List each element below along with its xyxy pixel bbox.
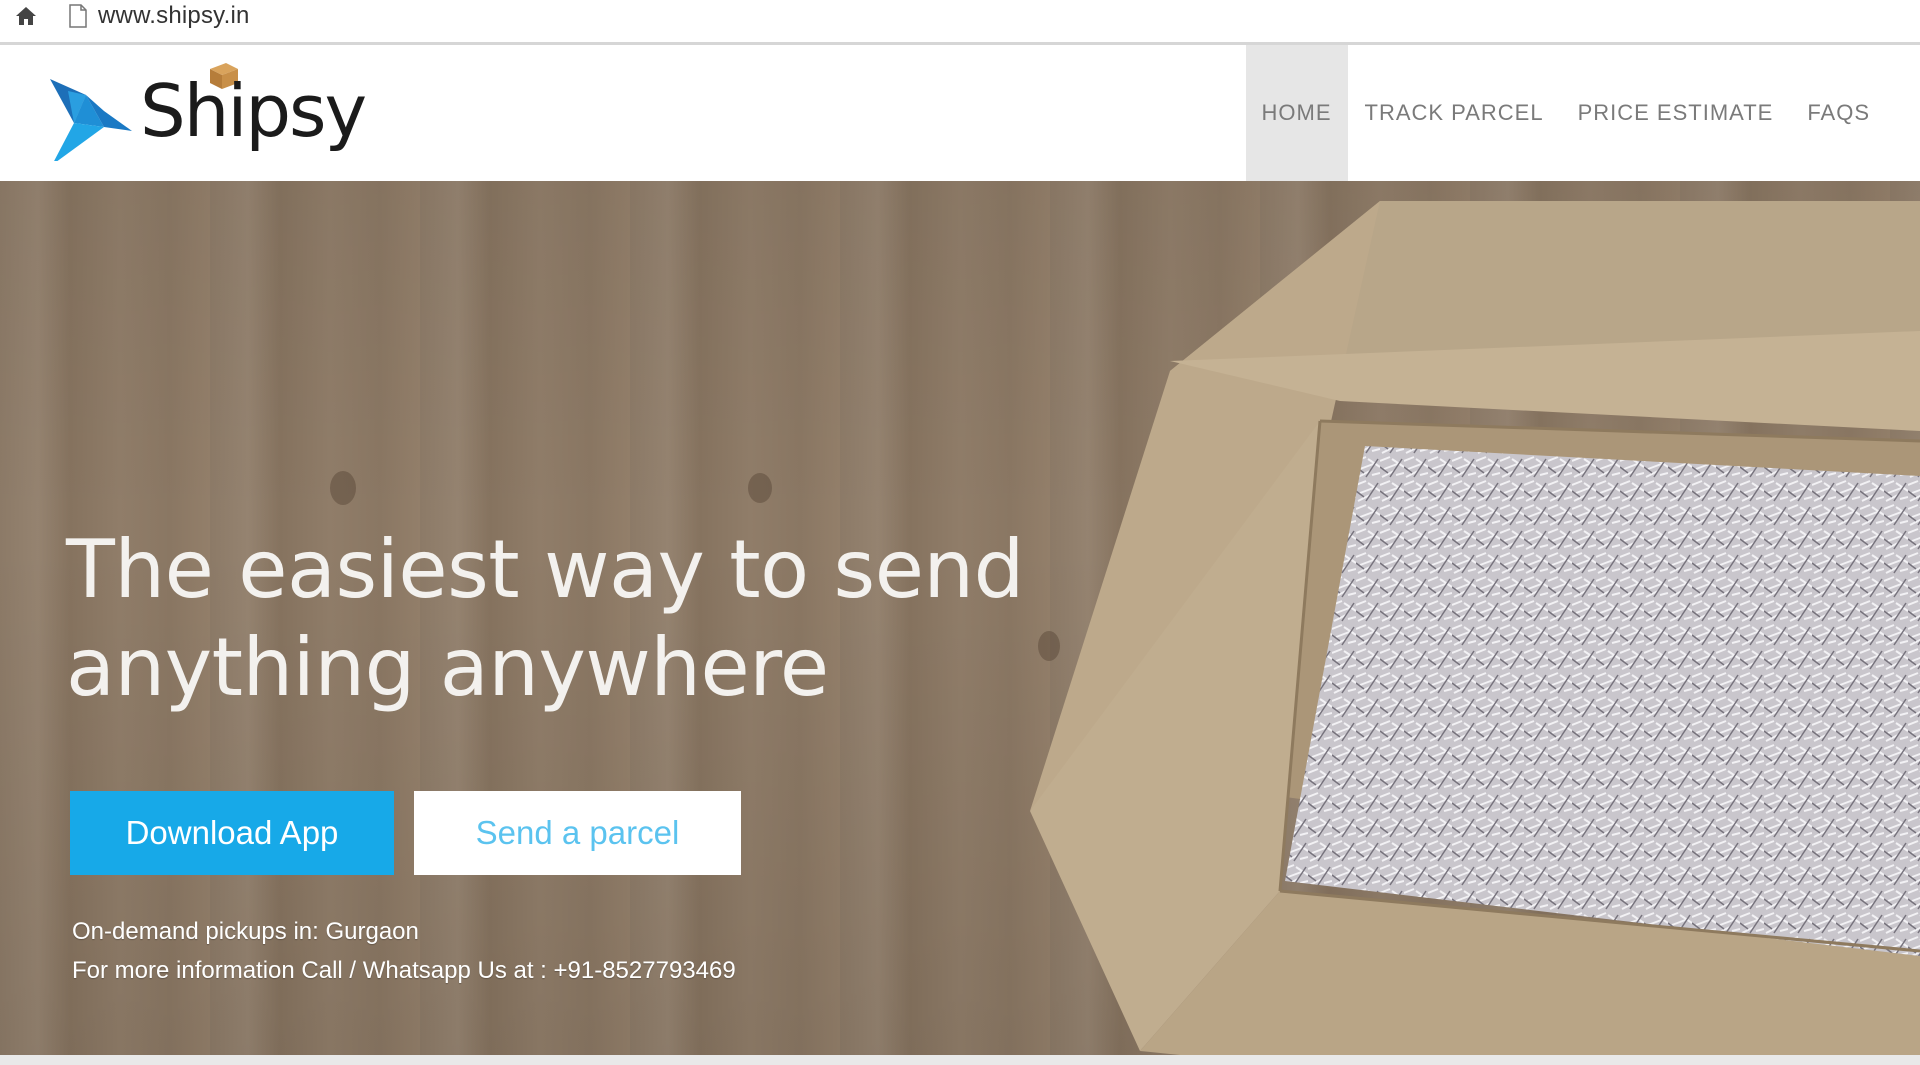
logo-text: Shipsy xyxy=(140,69,367,153)
bird-logo-icon xyxy=(50,79,132,161)
contact-info-text: For more information Call / Whatsapp Us … xyxy=(72,957,736,984)
site-logo[interactable]: Shipsy xyxy=(44,61,367,171)
parcel-box-image xyxy=(1030,201,1920,1055)
home-icon[interactable] xyxy=(14,4,38,28)
download-app-button[interactable]: Download App xyxy=(70,791,394,875)
page-icon xyxy=(69,4,87,28)
nav-home[interactable]: HOME xyxy=(1245,45,1348,181)
url-field[interactable]: www.shipsy.in xyxy=(98,2,250,30)
wood-knot xyxy=(330,471,356,505)
browser-address-bar: www.shipsy.in xyxy=(0,0,1920,45)
wood-knot xyxy=(748,473,772,503)
send-parcel-button[interactable]: Send a parcel xyxy=(414,791,741,875)
site-header: Shipsy HOME TRACK PARCEL PRICE ESTIMATE … xyxy=(0,45,1920,181)
pickup-info-text: On-demand pickups in: Gurgaon xyxy=(72,918,419,945)
nav-faqs[interactable]: FAQS xyxy=(1790,45,1920,181)
nav-price-estimate[interactable]: PRICE ESTIMATE xyxy=(1561,45,1791,181)
hero-headline: The easiest way to send anything anywher… xyxy=(66,521,1066,717)
headline-line-2: anything anywhere xyxy=(66,621,829,714)
bottom-strip xyxy=(0,1055,1920,1065)
nav-track-parcel[interactable]: TRACK PARCEL xyxy=(1348,45,1561,181)
main-nav: HOME TRACK PARCEL PRICE ESTIMATE FAQS xyxy=(1245,45,1920,181)
hero-section: The easiest way to send anything anywher… xyxy=(0,181,1920,1055)
headline-line-1: The easiest way to send xyxy=(66,523,1024,616)
